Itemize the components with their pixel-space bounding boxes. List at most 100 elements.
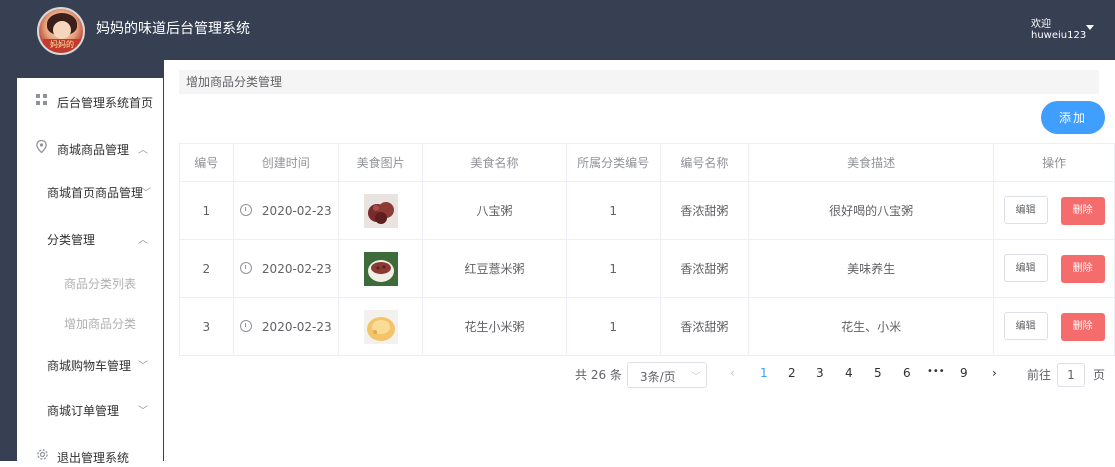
cell-date: 2020-02-23 [232, 297, 340, 356]
more-pages-icon[interactable]: ••• [927, 366, 945, 377]
page-size-select[interactable]: 3条/页 ﹀ [627, 362, 707, 388]
food-image [363, 251, 398, 286]
page-number[interactable]: 5 [874, 366, 882, 380]
welcome-text: 欢迎 [1031, 19, 1051, 30]
food-image [363, 309, 398, 344]
column-header: 美食名称 [422, 143, 567, 182]
sidebar-item-label: 商城订单管理 [47, 404, 120, 418]
food-image [363, 193, 398, 228]
clock-icon [239, 203, 252, 216]
column-header: 编号 [179, 143, 234, 182]
caret-down-icon[interactable] [1086, 25, 1094, 30]
sidebar-item-label: 商城购物车管理 [47, 359, 132, 373]
cell-image [338, 181, 424, 240]
chevron-down-icon: ﹀ [141, 188, 151, 199]
breadcrumb: 增加商品分类管理 [186, 75, 283, 89]
cell-actions: 编辑 删除 [993, 239, 1115, 298]
clock-icon [239, 319, 252, 332]
sidebar-item-orders[interactable]: 商城订单管理 ﹀ [17, 400, 163, 420]
cell-category-name: 香浓甜粥 [659, 297, 750, 356]
chevron-up-icon: ︿ [138, 235, 148, 246]
add-button[interactable]: 添加 [1041, 101, 1105, 134]
cell-category-id: 1 [565, 297, 661, 356]
date-text: 2020-02-23 [261, 319, 332, 334]
logo-text: 妈妈的 [43, 39, 81, 51]
cell-category-id: 1 [565, 181, 661, 240]
edit-button[interactable]: 编辑 [1003, 196, 1048, 224]
cell-actions: 编辑 删除 [993, 297, 1115, 356]
sidebar-item-label: 退出管理系统 [57, 451, 130, 465]
column-header: 操作 [993, 143, 1115, 182]
prev-page-icon[interactable]: ‹ [730, 366, 735, 380]
cell-name: 八宝粥 [422, 181, 567, 240]
cell-category-name: 香浓甜粥 [659, 239, 750, 298]
user-menu[interactable]: 欢迎 huweiu123 [1031, 19, 1086, 41]
sidebar-menu: 后台管理系统首页 商城商品管理 ︿ 商城首页商品管理 ﹀ 分类管理 ︿ 商品分类… [17, 78, 163, 465]
page-number[interactable]: 9 [960, 366, 968, 380]
app-title: 妈妈的味道后台管理系统 [96, 21, 250, 37]
pagination-total: 共 26 条 [575, 368, 622, 382]
sidebar-item-logout[interactable]: 退出管理系统 [17, 447, 163, 467]
page-number[interactable]: 2 [788, 366, 796, 380]
page-number[interactable]: 6 [903, 366, 911, 380]
sidebar-item-category[interactable]: 分类管理 ︿ [17, 229, 163, 249]
page-number[interactable]: 1 [760, 366, 768, 380]
cell-date: 2020-02-23 [232, 239, 340, 298]
cell-id: 3 [179, 297, 234, 356]
sidebar-item-label: 商品分类列表 [64, 277, 137, 291]
page-number[interactable]: 4 [845, 366, 853, 380]
edit-button[interactable]: 编辑 [1003, 254, 1048, 282]
sidebar-item-add-category[interactable]: 增加商品分类 [17, 313, 163, 333]
cell-id: 1 [179, 181, 234, 240]
chevron-down-icon: ﹀ [138, 361, 148, 372]
breadcrumb-bar [179, 70, 1099, 94]
sidebar-item-home-products[interactable]: 商城首页商品管理 ﹀ [17, 182, 163, 202]
logo: 妈妈的 [37, 7, 85, 55]
edit-button[interactable]: 编辑 [1003, 312, 1048, 340]
sidebar-item-label: 分类管理 [47, 233, 96, 247]
gear-icon [36, 448, 49, 464]
username: huweiu123 [1031, 30, 1087, 41]
cell-actions: 编辑 删除 [993, 181, 1115, 240]
page-suffix: 页 [1093, 368, 1106, 382]
next-page-icon[interactable]: › [992, 366, 997, 380]
column-header: 创建时间 [232, 143, 340, 182]
date-text: 2020-02-23 [261, 203, 332, 218]
sidebar-item-home[interactable]: 后台管理系统首页 [17, 92, 163, 112]
delete-button[interactable]: 删除 [1060, 313, 1105, 341]
date-text: 2020-02-23 [261, 261, 332, 276]
sidebar-item-label: 后台管理系统首页 [57, 96, 154, 110]
cell-id: 2 [179, 239, 234, 298]
goto-label: 前往 [1027, 368, 1052, 382]
chevron-up-icon: ︿ [138, 145, 148, 156]
sidebar-item-products[interactable]: 商城商品管理 ︿ [17, 139, 163, 159]
table-row: 3 2020-02-23 花生小米粥 1 香浓甜粥 花生、小米 编辑 删除 [179, 297, 1115, 356]
table-row: 2 2020-02-23 红豆薏米粥 1 香浓甜粥 美味养生 编辑 删除 [179, 239, 1115, 298]
delete-button[interactable]: 删除 [1060, 255, 1105, 283]
column-header: 编号名称 [659, 143, 750, 182]
column-header: 所属分类编号 [565, 143, 661, 182]
cell-date: 2020-02-23 [232, 181, 340, 240]
sidebar-item-category-list[interactable]: 商品分类列表 [17, 273, 163, 293]
cell-image [338, 297, 424, 356]
clock-icon [239, 261, 252, 274]
cell-image [338, 239, 424, 298]
logo-face [53, 21, 71, 39]
goto-page-input[interactable]: 1 [1057, 363, 1085, 387]
cell-category-name: 香浓甜粥 [659, 181, 750, 240]
sidebar-item-cart[interactable]: 商城购物车管理 ﹀ [17, 355, 163, 375]
cell-description: 花生、小米 [748, 297, 995, 356]
cell-description: 美味养生 [748, 239, 995, 298]
product-table: 编号 创建时间 美食图片 美食名称 所属分类编号 编号名称 美食描述 操作 1 … [179, 143, 1115, 356]
page-size-value: 3条/页 [640, 370, 676, 384]
sidebar-item-label: 商城首页商品管理 [47, 186, 144, 200]
column-header: 美食描述 [748, 143, 995, 182]
chevron-down-icon: ﹀ [138, 406, 148, 417]
sidebar-item-label: 商城商品管理 [57, 143, 130, 157]
cell-name: 红豆薏米粥 [422, 239, 567, 298]
table-header-row: 编号 创建时间 美食图片 美食名称 所属分类编号 编号名称 美食描述 操作 [179, 143, 1115, 182]
page-number[interactable]: 3 [816, 366, 824, 380]
delete-button[interactable]: 删除 [1060, 197, 1105, 225]
sidebar-item-label: 增加商品分类 [64, 317, 137, 331]
grid-icon [36, 94, 47, 108]
